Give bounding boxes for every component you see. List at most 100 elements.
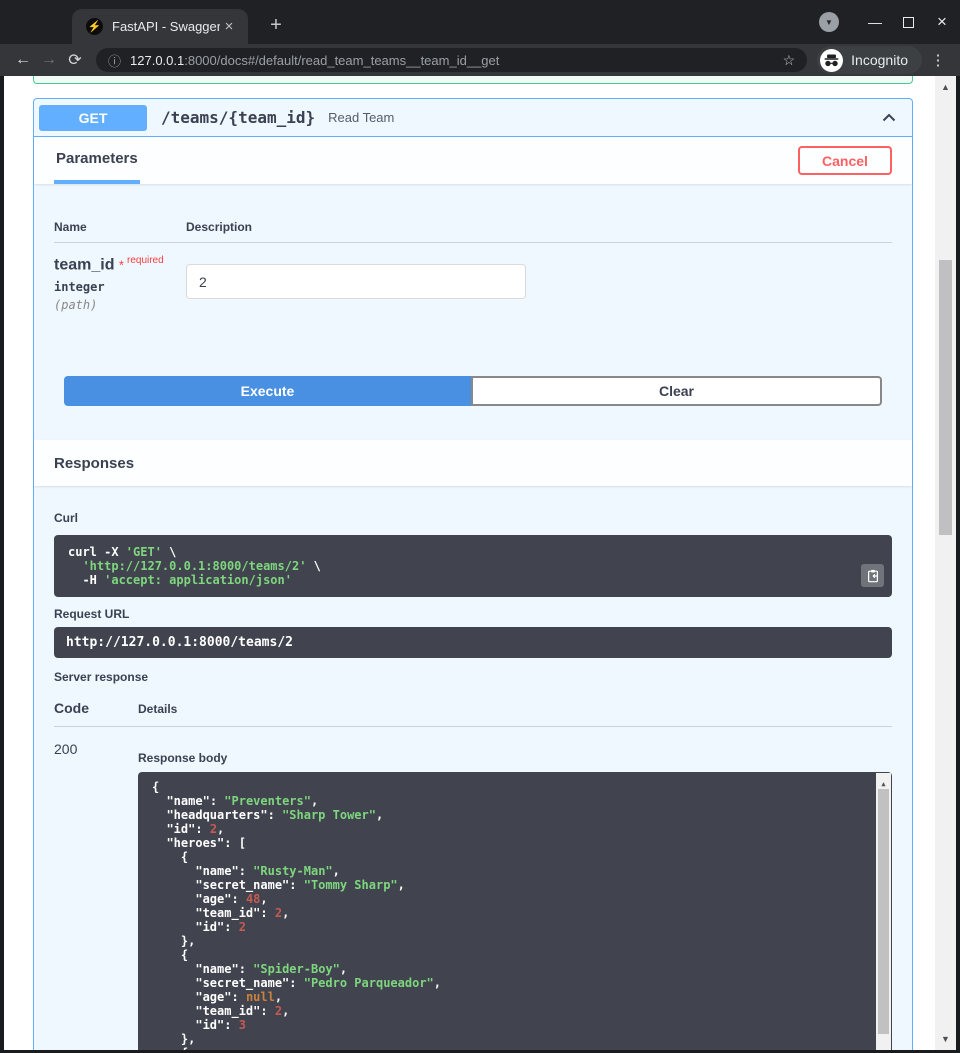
forward-button[interactable]: → [36,51,62,69]
responses-section: Curl curl -X 'GET' \ 'http://127.0.0.1:8… [34,486,912,1050]
incognito-icon [820,49,843,72]
request-url-label: Request URL [54,607,892,621]
opblock-summary[interactable]: GET /teams/{team_id} Read Team [34,99,912,137]
incognito-glyph [824,54,839,67]
parameter-name-line: team_id *required [54,255,186,274]
tab-title: FastAPI - Swagger UI [112,19,220,34]
code-line: "secret_name": "Pedro Parqueador", [152,976,878,990]
tab-close-icon[interactable]: × [220,18,238,36]
execute-button[interactable]: Execute [64,376,471,406]
response-scrollbar-thumb[interactable] [878,789,889,1034]
swagger-content: GET /teams/{team_id} Read Team Parameter… [4,76,935,1050]
clear-button[interactable]: Clear [471,376,882,406]
request-url-value: http://127.0.0.1:8000/teams/2 [54,627,892,658]
window-controls: ▼ — × [819,0,952,44]
page-scroll-down-icon[interactable]: ▼ [935,1034,956,1044]
response-body-json: { "name": "Preventers", "headquarters": … [152,780,878,1050]
execute-button-row: Execute Clear [64,376,882,406]
code-line: }, [152,1032,878,1046]
parameters-table-header: Name Description [54,220,892,243]
minimize-button[interactable]: — [865,14,885,30]
clipboard-icon [866,569,880,583]
code-line: "age": 48, [152,892,878,906]
status-code: 200 [54,741,138,1050]
browser-tab[interactable]: ⚡ FastAPI - Swagger UI × [72,9,248,44]
parameter-description-cell [186,255,526,312]
parameter-row: team_id *required integer (path) [54,243,892,312]
reload-button[interactable]: ⟳ [62,50,88,70]
address-bar[interactable]: ⓘ 127.0.0.1:8000/docs#/default/read_team… [96,48,807,72]
parameter-name: team_id [54,256,114,273]
description-column-header: Description [186,220,252,234]
code-line: "name": "Spider-Boy", [152,962,878,976]
bolt-icon: ⚡ [88,20,102,33]
cancel-button[interactable]: Cancel [798,146,892,175]
code-line: "team_id": 2, [152,1004,878,1018]
url-text: 127.0.0.1:8000/docs#/default/read_team_t… [130,53,775,68]
responses-title: Responses [54,455,134,472]
code-line: { [152,1046,878,1050]
url-path: :8000/docs#/default/read_team_teams__tea… [184,53,499,68]
code-line: curl -X 'GET' \ [68,545,878,559]
response-row: 200 Response body { "name": "Preventers"… [54,727,892,1050]
code-line: "heroes": [ [152,836,878,850]
code-line: }, [152,934,878,948]
new-tab-button[interactable]: + [262,12,290,40]
tab-bar: ⚡ FastAPI - Swagger UI × + ▼ — × [0,0,960,44]
required-asterisk: * [119,257,124,272]
endpoint-path: /teams/{team_id} [161,108,315,127]
parameters-section-header: Parameters Cancel [34,137,912,184]
maximize-button[interactable] [903,17,914,28]
code-line: "headquarters": "Sharp Tower", [152,808,878,822]
response-body-block: { "name": "Preventers", "headquarters": … [138,772,892,1050]
url-host: 127.0.0.1 [130,53,184,68]
page-scrollbar-thumb[interactable] [939,260,952,535]
incognito-badge: Incognito [817,46,922,74]
swagger-page: GET /teams/{team_id} Read Team Parameter… [4,76,956,1050]
page-scrollbar[interactable]: ▲ ▼ [935,76,956,1050]
window-close-button[interactable]: × [932,12,952,32]
code-line: "id": 3 [152,1018,878,1032]
back-button[interactable]: ← [10,51,36,69]
details-column-header: Details [138,702,177,716]
response-body-scrollbar[interactable]: ▲ [876,773,891,1050]
code-line: -H 'accept: application/json' [68,573,878,587]
page-scroll-up-icon[interactable]: ▲ [935,82,956,92]
bookmark-star-icon[interactable]: ☆ [783,52,796,69]
get-teams-opblock: GET /teams/{team_id} Read Team Parameter… [33,98,913,1050]
previous-post-opblock-edge [33,76,913,84]
required-label: required [127,255,164,266]
code-line: "id": 2, [152,822,878,836]
response-body-label: Response body [138,751,892,765]
code-line: "team_id": 2, [152,906,878,920]
curl-command-block: curl -X 'GET' \ 'http://127.0.0.1:8000/t… [54,535,892,597]
parameter-type: integer [54,280,186,294]
responses-section-header: Responses [34,440,912,486]
browser-update-icon[interactable]: ▼ [819,12,839,32]
server-response-label: Server response [54,670,892,684]
code-line: 'http://127.0.0.1:8000/teams/2' \ [68,559,878,573]
tab-parameters[interactable]: Parameters [54,137,140,184]
collapse-chevron-icon[interactable] [882,113,896,122]
code-line: "id": 2 [152,920,878,934]
response-details-cell: Response body { "name": "Preventers", "h… [138,741,892,1050]
code-line: { [152,850,878,864]
fastapi-favicon-icon: ⚡ [86,18,103,35]
browser-menu-icon[interactable]: ⋮ [926,51,950,69]
copy-to-clipboard-button[interactable] [861,564,884,587]
parameter-name-cell: team_id *required integer (path) [54,255,186,312]
browser-window: ⚡ FastAPI - Swagger UI × + ▼ — × ← → ⟳ ⓘ… [0,0,960,1053]
parameter-location: (path) [54,298,186,312]
name-column-header: Name [54,220,186,234]
incognito-label: Incognito [851,52,908,68]
site-info-icon[interactable]: ⓘ [108,51,121,70]
http-method-badge: GET [39,105,147,131]
team-id-input[interactable] [186,264,526,299]
code-line: { [152,780,878,794]
response-table-header: Code Details [54,700,892,727]
code-column-header: Code [54,700,138,716]
curl-code: curl -X 'GET' \ 'http://127.0.0.1:8000/t… [68,545,878,587]
update-arrow-icon: ▼ [825,18,833,27]
code-line: { [152,948,878,962]
code-line: "name": "Rusty-Man", [152,864,878,878]
